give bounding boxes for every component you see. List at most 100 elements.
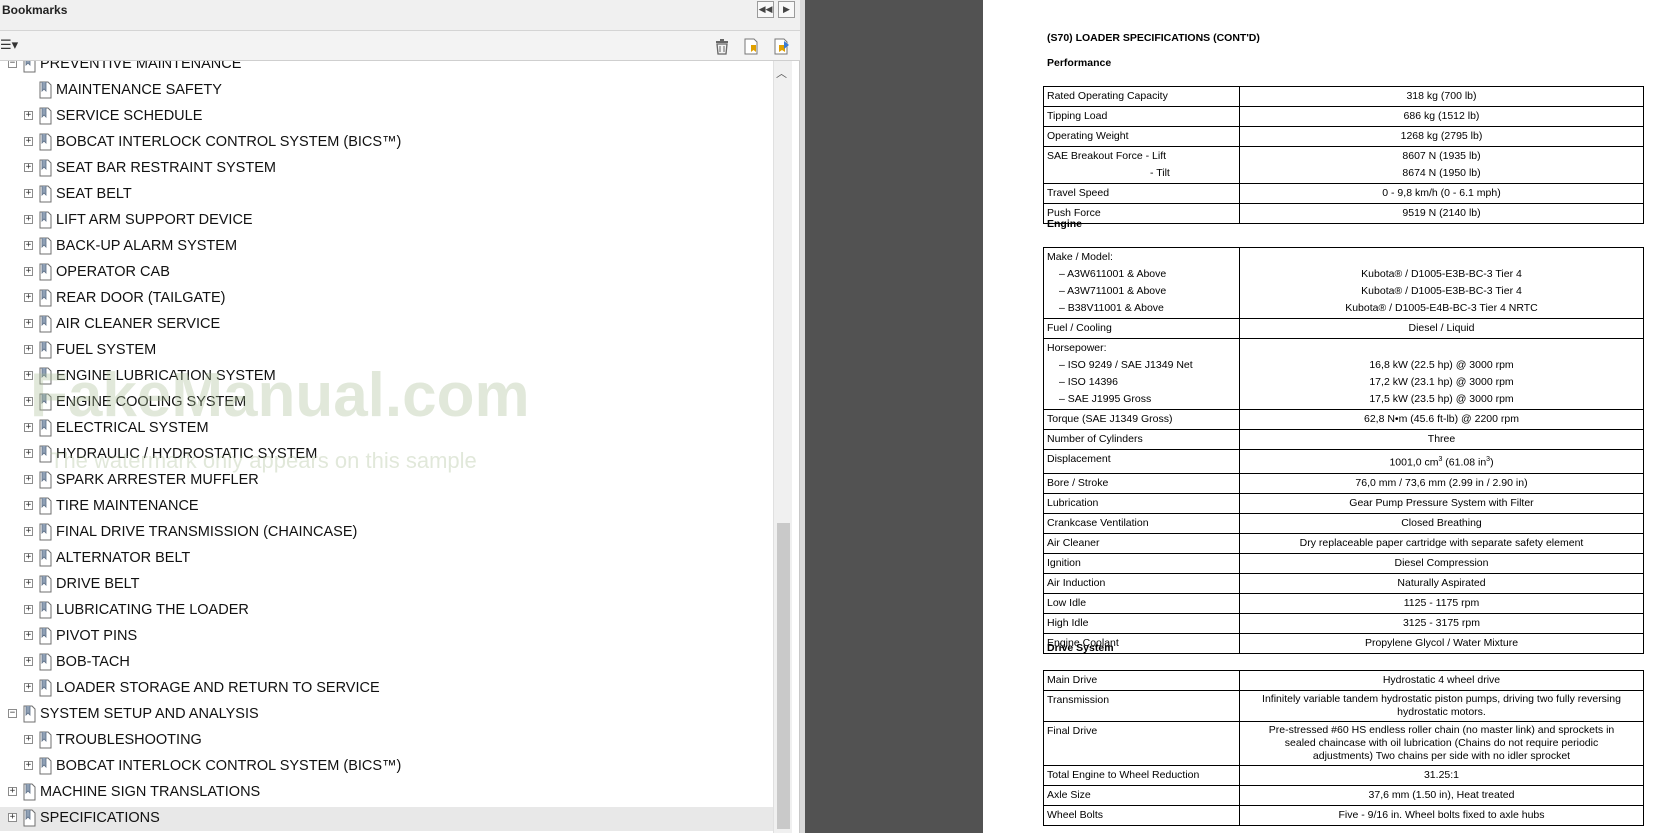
bookmark-item[interactable]: + AIR CLEANER SERVICE (0, 313, 773, 337)
expand-icon[interactable]: + (24, 293, 33, 302)
bookmark-item[interactable]: + OPERATOR CAB (0, 261, 773, 285)
bookmark-item[interactable]: + SPECIFICATIONS (0, 807, 773, 831)
expand-icon[interactable]: + (24, 761, 33, 770)
spec-value: 686 kg (1512 lb) (1239, 106, 1644, 127)
expand-icon[interactable]: + (24, 137, 33, 146)
expand-icon[interactable]: + (24, 319, 33, 328)
bookmark-item[interactable]: + TROUBLESHOOTING (0, 729, 773, 753)
spec-label-line: – B38V11001 & Above (1059, 302, 1164, 314)
scroll-up-icon[interactable]: ︿ (776, 65, 787, 81)
spec-value: 76,0 mm / 73,6 mm (2.99 in / 2.90 in) (1239, 472, 1644, 494)
spec-value: 3125 - 3175 rpm (1239, 612, 1644, 634)
bookmark-label: BOBCAT INTERLOCK CONTROL SYSTEM (BICS™) (56, 134, 402, 150)
expand-icon[interactable]: + (24, 735, 33, 744)
collapse-icon[interactable]: − (8, 61, 17, 68)
spec-label: Tipping Load (1043, 106, 1240, 127)
expand-icon[interactable]: + (24, 345, 33, 354)
options-menu-icon[interactable]: ☰▾ (0, 37, 24, 55)
expand-icon[interactable]: + (24, 527, 33, 536)
bookmark-from-selection-icon[interactable] (772, 37, 792, 55)
spec-value: Propylene Glycol / Water Mixture (1239, 632, 1644, 654)
bookmark-item[interactable]: + BOBCAT INTERLOCK CONTROL SYSTEM (BICS™) (0, 755, 773, 779)
spec-row: Engine Coolant Propylene Glycol / Water M… (1043, 632, 1644, 654)
spec-value-line: 16,8 kW (22.5 hp) @ 3000 rpm (1369, 359, 1514, 371)
expand-panel-button[interactable]: ▶ (778, 1, 795, 18)
bookmark-item[interactable]: + SEAT BELT (0, 183, 773, 207)
expand-icon[interactable]: + (24, 683, 33, 692)
spec-row: Total Engine to Wheel Reduction 31.25:1 (1043, 765, 1644, 786)
collapse-panel-button[interactable]: ◀◀ (757, 1, 774, 18)
bookmark-icon (39, 653, 52, 671)
panel-title: Bookmarks (2, 3, 68, 17)
expand-icon[interactable]: + (24, 189, 33, 198)
new-bookmark-icon[interactable] (742, 37, 762, 55)
displacement-part: (61.08 in (1442, 456, 1487, 469)
trash-icon[interactable] (712, 37, 732, 55)
bookmark-item[interactable]: MAINTENANCE SAFETY (0, 79, 773, 103)
spec-value-line: 8607 N (1935 lb) (1402, 150, 1481, 162)
expand-icon[interactable]: + (8, 813, 17, 822)
spec-label: SAE Breakout Force - Lift - Tilt (1043, 146, 1240, 184)
bookmark-icon (39, 575, 52, 593)
bookmark-item[interactable]: + BOBCAT INTERLOCK CONTROL SYSTEM (BICS™) (0, 131, 773, 155)
bookmark-icon (39, 757, 52, 775)
bookmark-item[interactable]: + MACHINE SIGN TRANSLATIONS (0, 781, 773, 805)
bookmark-item[interactable]: + LUBRICATING THE LOADER (0, 599, 773, 623)
spec-row: Low Idle 1125 - 1175 rpm (1043, 592, 1644, 614)
expand-icon[interactable]: + (24, 605, 33, 614)
bookmark-item[interactable]: + DRIVE BELT (0, 573, 773, 597)
spec-row: Crankcase Ventilation Closed Breathing (1043, 512, 1644, 534)
drive-system-heading: Drive System (1047, 642, 1114, 654)
expand-icon[interactable]: + (24, 579, 33, 588)
bookmark-icon (39, 185, 52, 203)
bookmark-item[interactable]: + LOADER STORAGE AND RETURN TO SERVICE (0, 677, 773, 701)
expand-icon[interactable]: + (24, 631, 33, 640)
bookmark-label: OPERATOR CAB (56, 264, 170, 280)
displacement-row: Displacement 1001,0 cm3 (61.08 in3) (1043, 449, 1644, 474)
expand-icon[interactable]: + (24, 475, 33, 484)
bookmark-item[interactable]: + LIFT ARM SUPPORT DEVICE (0, 209, 773, 233)
bookmark-item[interactable]: − SYSTEM SETUP AND ANALYSIS (0, 703, 773, 727)
bookmark-label: LUBRICATING THE LOADER (56, 602, 249, 618)
displacement-part: ) (1490, 456, 1494, 469)
bookmark-item[interactable]: + ALTERNATOR BELT (0, 547, 773, 571)
spec-label: High Idle (1043, 612, 1240, 634)
expand-icon[interactable]: + (8, 787, 17, 796)
bookmark-item[interactable]: + SERVICE SCHEDULE (0, 105, 773, 129)
bookmark-icon (23, 705, 36, 723)
bookmark-item[interactable]: + BACK-UP ALARM SYSTEM (0, 235, 773, 259)
collapse-icon[interactable]: − (8, 709, 17, 718)
scrollbar-thumb[interactable] (777, 523, 790, 829)
bookmark-item[interactable]: − PREVENTIVE MAINTENANCE (0, 61, 773, 77)
bookmark-item[interactable]: + TIRE MAINTENANCE (0, 495, 773, 519)
expand-icon[interactable]: + (24, 553, 33, 562)
spec-label: Wheel Bolts (1043, 805, 1240, 826)
expand-icon[interactable]: + (24, 111, 33, 120)
spec-label-line: SAE Breakout Force - Lift (1047, 150, 1167, 162)
bookmark-item[interactable]: + SEAT BAR RESTRAINT SYSTEM (0, 157, 773, 181)
bookmark-item[interactable]: + FINAL DRIVE TRANSMISSION (CHAINCASE) (0, 521, 773, 545)
spec-row: Torque (SAE J1349 Gross) 62,8 N•m (45.6 f… (1043, 409, 1644, 430)
spec-value: 16,8 kW (22.5 hp) @ 3000 rpm 17,2 kW (23.… (1239, 338, 1644, 410)
spec-value: Kubota® / D1005-E3B-BC-3 Tier 4 Kubota® /… (1239, 247, 1644, 319)
bookmark-item[interactable]: + REAR DOOR (TAILGATE) (0, 287, 773, 311)
expand-icon[interactable]: + (24, 501, 33, 510)
bookmark-label: SERVICE SCHEDULE (56, 108, 203, 124)
bookmarks-panel: Bookmarks ◀◀ ▶ ☰▾ − PREVENTIVE MAINTENANC… (0, 0, 800, 833)
spec-label: Horsepower: – ISO 9249 / SAE J1349 Net – I… (1043, 338, 1240, 410)
bookmark-icon (23, 809, 36, 827)
bookmark-item[interactable]: + PIVOT PINS (0, 625, 773, 649)
bookmarks-scrollbar[interactable]: ︿ (773, 61, 792, 833)
expand-icon[interactable]: + (24, 215, 33, 224)
expand-icon[interactable]: + (24, 241, 33, 250)
spec-label: Bore / Stroke (1043, 472, 1240, 494)
expand-icon[interactable]: + (24, 267, 33, 276)
bookmark-item[interactable]: + BOB-TACH (0, 651, 773, 675)
bookmark-label: ALTERNATOR BELT (56, 550, 191, 566)
spec-label-line: - Tilt (1150, 167, 1170, 179)
expand-icon[interactable]: + (24, 657, 33, 666)
bookmark-icon (39, 627, 52, 645)
expand-icon[interactable]: + (24, 163, 33, 172)
expand-icon[interactable]: + (24, 449, 33, 458)
bookmark-label: SPARK ARRESTER MUFFLER (56, 472, 259, 488)
